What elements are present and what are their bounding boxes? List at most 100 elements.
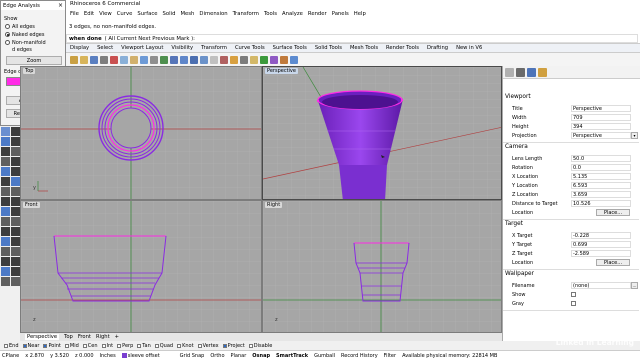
split-icon[interactable] — [11, 217, 20, 226]
menu-dimension[interactable]: Dimension — [199, 11, 227, 17]
array-icon[interactable] — [11, 257, 20, 266]
menu-transform[interactable]: Transform — [233, 11, 259, 17]
box-icon[interactable] — [1, 187, 10, 196]
boolean-icon[interactable] — [1, 207, 10, 216]
copy-icon[interactable] — [120, 55, 128, 64]
smarttrack-toggle[interactable]: SmartTrack — [276, 353, 308, 359]
tab-display[interactable]: Display — [70, 45, 89, 51]
sweep-icon[interactable] — [11, 177, 20, 186]
mirror-icon[interactable] — [1, 257, 10, 266]
menu-curve[interactable]: Curve — [117, 11, 133, 17]
radio-naked-edges[interactable]: Naked edges — [5, 32, 44, 38]
viewport-label-top[interactable]: Top — [23, 68, 36, 74]
osnap-vertex[interactable]: Vertex — [197, 343, 219, 349]
menu-panels[interactable]: Panels — [332, 11, 349, 17]
osnap-cen[interactable]: Cen — [82, 343, 98, 349]
camera-value[interactable]: 6.593 — [571, 182, 631, 189]
move-icon[interactable] — [1, 237, 10, 246]
command-options[interactable]: ( All Current Next Previous Mark ): — [105, 36, 195, 42]
place-button[interactable]: Place... — [596, 259, 630, 266]
extrude-icon[interactable] — [11, 167, 20, 176]
menu-edit[interactable]: Edit — [84, 11, 94, 17]
ghosted-icon[interactable] — [11, 277, 20, 286]
new-file-icon[interactable] — [70, 55, 78, 64]
arc-icon[interactable] — [1, 147, 10, 156]
mesh-icon[interactable] — [11, 197, 20, 206]
menu-mesh[interactable]: Mesh — [180, 11, 194, 17]
osnap-perp[interactable]: Perp — [117, 343, 133, 349]
select-icon[interactable] — [220, 55, 228, 64]
paste-icon[interactable] — [130, 55, 138, 64]
ortho-toggle[interactable]: Ortho — [210, 353, 224, 359]
viewport-tab-perspective[interactable]: Perspective — [25, 334, 60, 340]
tab-drafting[interactable]: Drafting — [427, 45, 448, 51]
point-icon[interactable] — [1, 127, 10, 136]
wallpaper-checkbox[interactable] — [571, 292, 576, 297]
osnap-end[interactable]: End — [4, 343, 19, 349]
dimension-icon[interactable] — [1, 267, 10, 276]
osnap-toggle[interactable]: Osnap — [252, 353, 270, 359]
viewport-top[interactable]: Top y — [20, 66, 262, 200]
zoom-window-icon[interactable] — [180, 55, 188, 64]
zoom-selected-icon[interactable] — [200, 55, 208, 64]
tab-mesh-tools[interactable]: Mesh Tools — [350, 45, 378, 51]
zoom-button[interactable]: Zoom — [6, 56, 62, 65]
planar-toggle[interactable]: Planar — [231, 353, 247, 359]
wallpaper-checkbox[interactable] — [571, 301, 576, 306]
curve-icon[interactable] — [1, 137, 10, 146]
rotate-view-icon[interactable] — [160, 55, 168, 64]
polyline-icon[interactable] — [11, 127, 20, 136]
lights-icon[interactable] — [230, 55, 238, 64]
render-preview-icon[interactable] — [1, 277, 10, 286]
circle-icon[interactable] — [11, 137, 20, 146]
target-value[interactable]: -0.228 — [571, 232, 631, 239]
osnap-mid[interactable]: Mid — [64, 343, 79, 349]
camera-value[interactable]: 0.0 — [571, 164, 631, 171]
osnap-near[interactable]: Near — [22, 343, 39, 349]
tab-curve-tools[interactable]: Curve Tools — [235, 45, 265, 51]
camera-value[interactable]: 50.0 — [571, 155, 631, 162]
explode-icon[interactable] — [11, 227, 20, 236]
viewport-value[interactable]: Perspective — [571, 132, 631, 139]
viewport-perspective[interactable]: Perspective — [262, 66, 502, 200]
osnap-tan[interactable]: Tan — [137, 343, 151, 349]
close-icon[interactable]: × — [58, 2, 63, 9]
osnap-project[interactable]: Project — [222, 343, 245, 349]
rectangle-icon[interactable] — [11, 147, 20, 156]
save-icon[interactable] — [90, 55, 98, 64]
text-icon[interactable] — [11, 157, 20, 166]
tab-solid-tools[interactable]: Solid Tools — [315, 45, 342, 51]
current-layer[interactable]: sleeve offset — [121, 352, 160, 359]
cylinder-icon[interactable] — [1, 197, 10, 206]
polygon-icon[interactable] — [1, 157, 10, 166]
add-viewport-icon[interactable]: + — [115, 334, 119, 340]
menu-view[interactable]: View — [99, 11, 112, 17]
materials-icon[interactable] — [270, 55, 278, 64]
viewport-tab-top[interactable]: Top — [64, 334, 73, 340]
zoom-extents-icon[interactable] — [190, 55, 198, 64]
osnap-int[interactable]: Int — [101, 343, 113, 349]
camera-value[interactable]: 3.659 — [571, 191, 631, 198]
place-button[interactable]: Place... — [596, 209, 630, 216]
camera-value[interactable]: 5.135 — [571, 173, 631, 180]
menu-surface[interactable]: Surface — [137, 11, 157, 17]
four-viewports-icon[interactable] — [210, 55, 218, 64]
trim-icon[interactable] — [1, 217, 10, 226]
surface-icon[interactable] — [1, 167, 10, 176]
record-history-toggle[interactable]: Record History — [341, 353, 378, 359]
grid-snap-toggle[interactable]: Grid Snap — [180, 353, 205, 359]
join-icon[interactable] — [1, 227, 10, 236]
osnap-disable[interactable]: Disable — [248, 343, 272, 349]
render-icon[interactable] — [260, 55, 268, 64]
object-properties-icon[interactable] — [505, 68, 514, 77]
menu-render[interactable]: Render — [308, 11, 327, 17]
scale-icon[interactable] — [11, 247, 20, 256]
viewport-label-perspective[interactable]: Perspective — [265, 68, 298, 74]
display-icon[interactable] — [527, 68, 536, 77]
viewport-value[interactable]: 709 — [571, 114, 631, 121]
print-icon[interactable] — [100, 55, 108, 64]
tab-new-in-v6[interactable]: New in V6 — [456, 45, 482, 51]
pan-icon[interactable] — [150, 55, 158, 64]
dropdown-icon[interactable]: ▾ — [631, 132, 638, 139]
menu-file[interactable]: File — [70, 11, 79, 17]
